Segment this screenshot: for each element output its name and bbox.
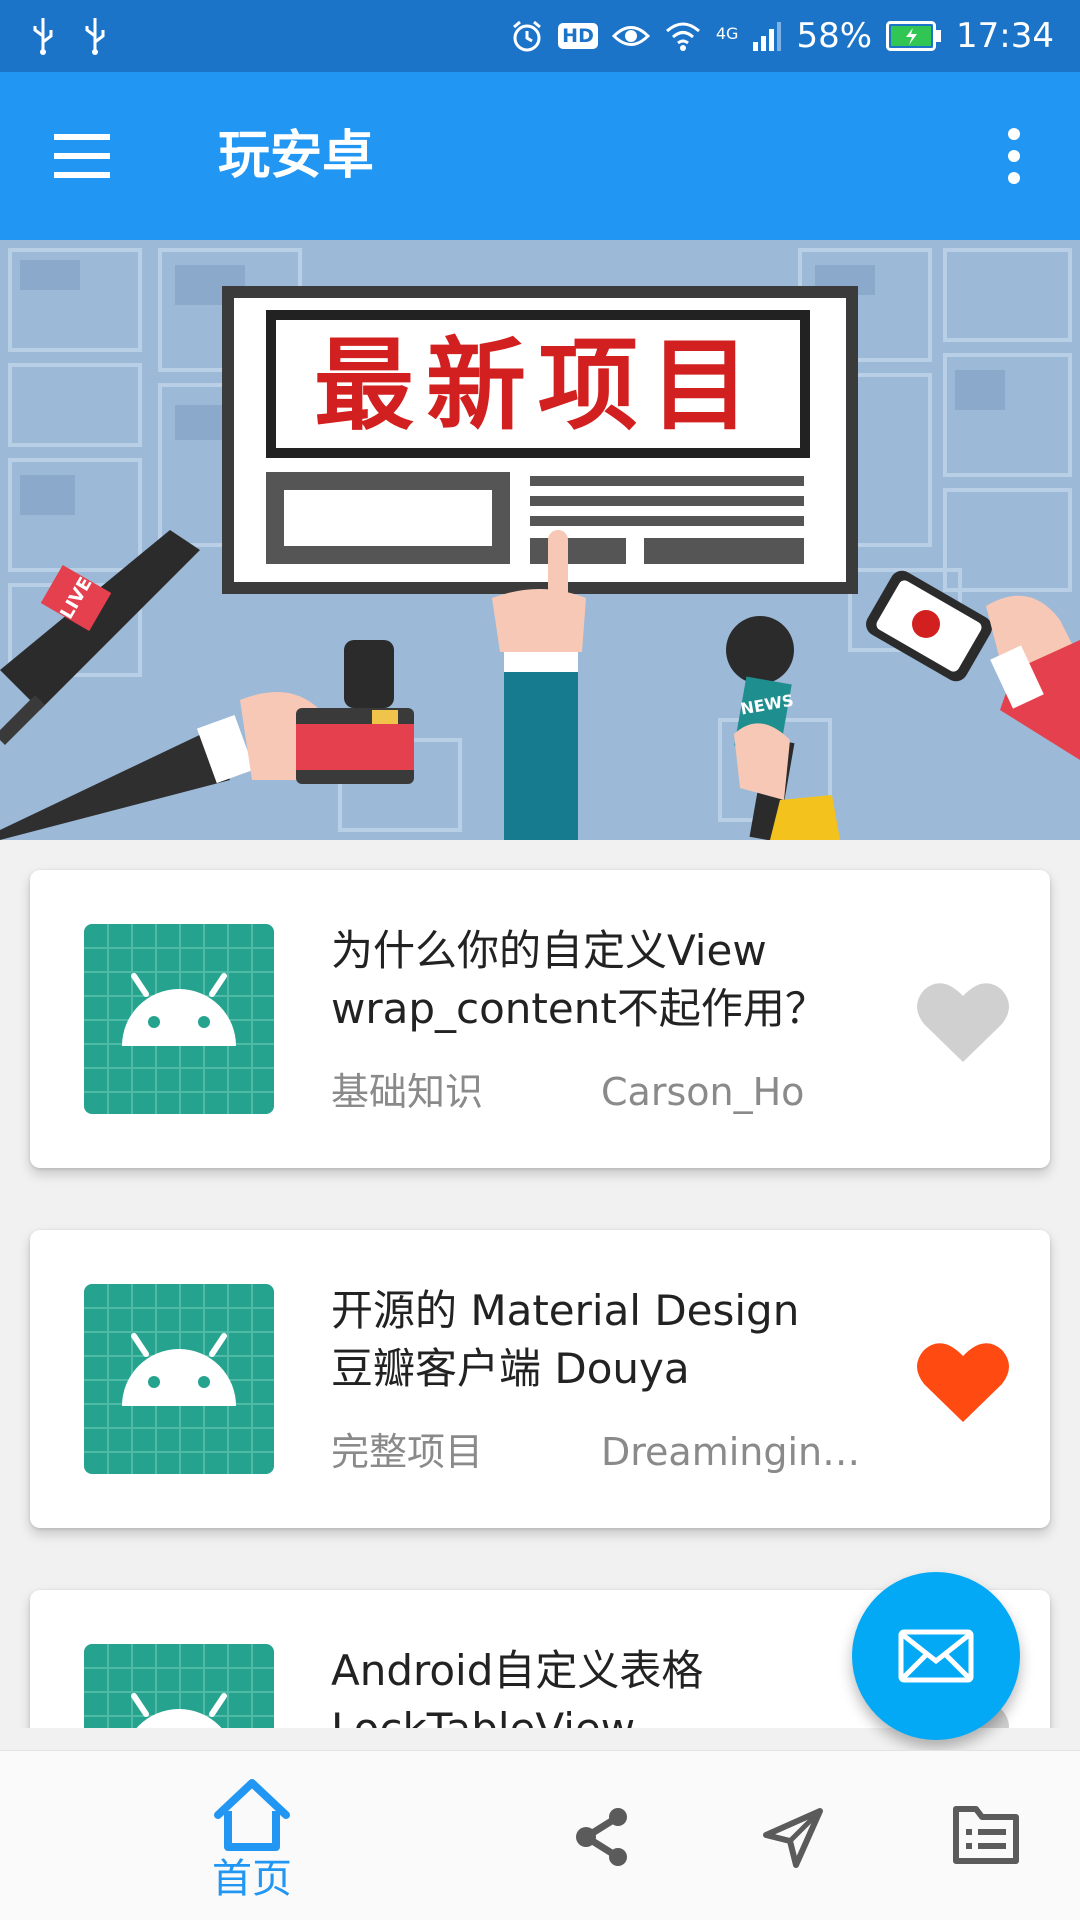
navigation-icon [763, 1808, 823, 1868]
banner[interactable]: 最新项目 LIVE NEWS [0, 240, 1080, 840]
article-title: Android自定义表格 LockTableView [331, 1646, 704, 1728]
nav-tab-share[interactable] [560, 1751, 640, 1920]
article-card[interactable]: 开源的 Material Design 豆瓣客户端 Douya 完整项目 Dre… [30, 1230, 1050, 1528]
article-author: DreaminginC… [601, 1430, 871, 1474]
eye-icon [611, 26, 650, 46]
android-thumbnail-icon [84, 1644, 274, 1728]
article-author: Carson_Ho [601, 1070, 805, 1114]
wifi-icon [665, 22, 700, 51]
usb-icon [85, 18, 105, 55]
article-meta: 基础知识 Carson_Ho [331, 1065, 871, 1119]
signal-icon [753, 22, 782, 51]
article-card[interactable]: 为什么你的自定义View wrap_content不起作用？ 基础知识 Cars… [30, 870, 1050, 1168]
share-icon [576, 1808, 627, 1866]
nav-tab-navigation[interactable] [752, 1751, 832, 1920]
network-type: 4G [715, 24, 739, 43]
app-root: HD 4G 58% 17:34 玩安卓 最新项目 LIVE NEWS 为什么你的… [0, 0, 1080, 1920]
more-vertical-icon[interactable] [990, 124, 1038, 188]
home-icon [214, 1779, 290, 1851]
status-bar: HD 4G 58% 17:34 [0, 0, 1080, 72]
android-thumbnail-icon [84, 924, 274, 1114]
mail-icon [898, 1629, 974, 1683]
battery-icon [886, 21, 942, 51]
article-title: 为什么你的自定义View wrap_content不起作用？ [331, 926, 827, 1033]
alarm-icon [513, 20, 542, 52]
heart-icon[interactable] [916, 980, 1010, 1064]
article-title: 开源的 Material Design 豆瓣客户端 Douya [331, 1286, 800, 1393]
banner-headline: 最新项目 [314, 327, 762, 444]
status-right: HD 4G 58% 17:34 [510, 16, 1054, 56]
heart-icon[interactable] [916, 1340, 1010, 1424]
battery-percent: 58% [796, 16, 873, 56]
nav-tab-home[interactable]: 首页 [190, 1751, 314, 1920]
android-thumbnail-icon [84, 1284, 274, 1474]
nav-tab-list[interactable] [948, 1751, 1024, 1920]
mail-fab-button[interactable] [852, 1572, 1020, 1740]
usb-icon [33, 18, 53, 55]
status-left [30, 16, 108, 56]
clock: 17:34 [956, 16, 1054, 56]
banner-illustration: 最新项目 LIVE NEWS [0, 240, 1080, 840]
article-chapter: 完整项目 [331, 1430, 484, 1474]
nav-tab-home-label: 首页 [212, 1856, 292, 1902]
list-icon [953, 1806, 1019, 1864]
hd-badge: HD [558, 23, 598, 49]
app-title: 玩安卓 [218, 126, 375, 186]
article-chapter: 基础知识 [331, 1070, 484, 1114]
article-meta: 完整项目 DreaminginC… [331, 1425, 871, 1479]
hamburger-menu-icon[interactable] [52, 128, 114, 184]
app-bar: 玩安卓 [0, 72, 1080, 240]
bottom-navigation: 首页 [0, 1750, 1080, 1920]
